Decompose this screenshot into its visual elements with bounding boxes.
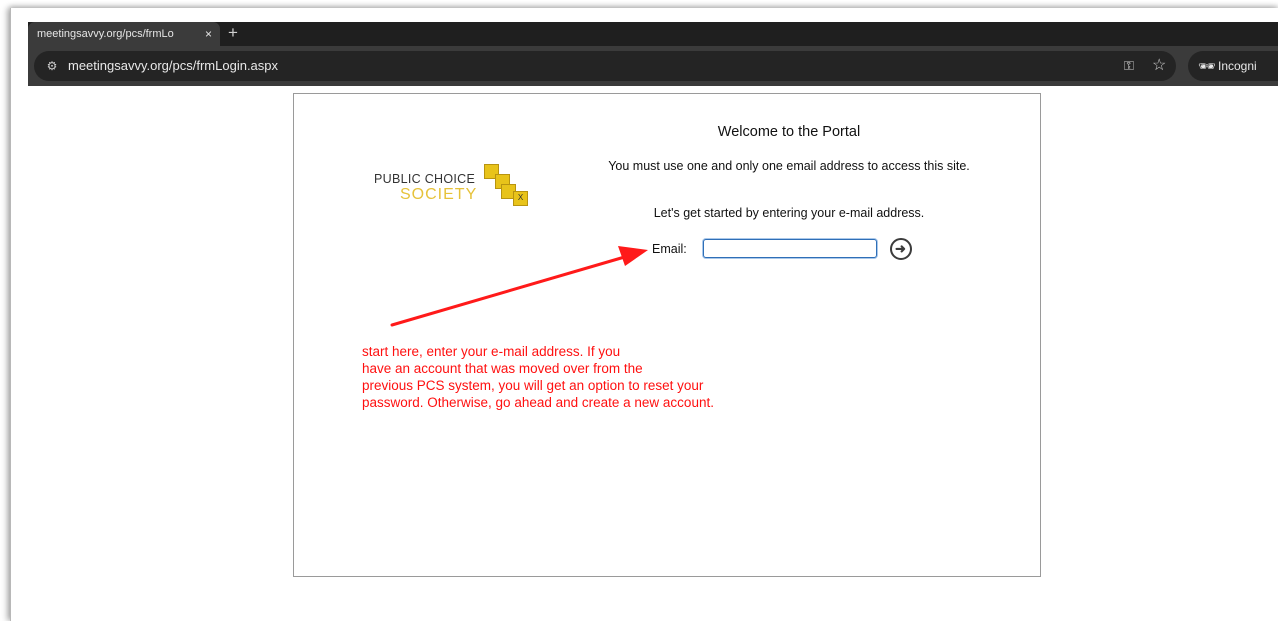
- annotation-line: previous PCS system, you will get an opt…: [362, 378, 704, 393]
- annotation-line: password. Otherwise, go ahead and create…: [362, 395, 714, 410]
- instruction-annotation: start here, enter your e-mail address. I…: [362, 343, 802, 411]
- annotation-arrow: [390, 246, 648, 327]
- arrow-shaft: [390, 254, 630, 327]
- arrow-head: [618, 246, 648, 266]
- annotation-line: start here, enter your e-mail address. I…: [362, 344, 621, 359]
- annotation-line: have an account that was moved over from…: [362, 361, 643, 376]
